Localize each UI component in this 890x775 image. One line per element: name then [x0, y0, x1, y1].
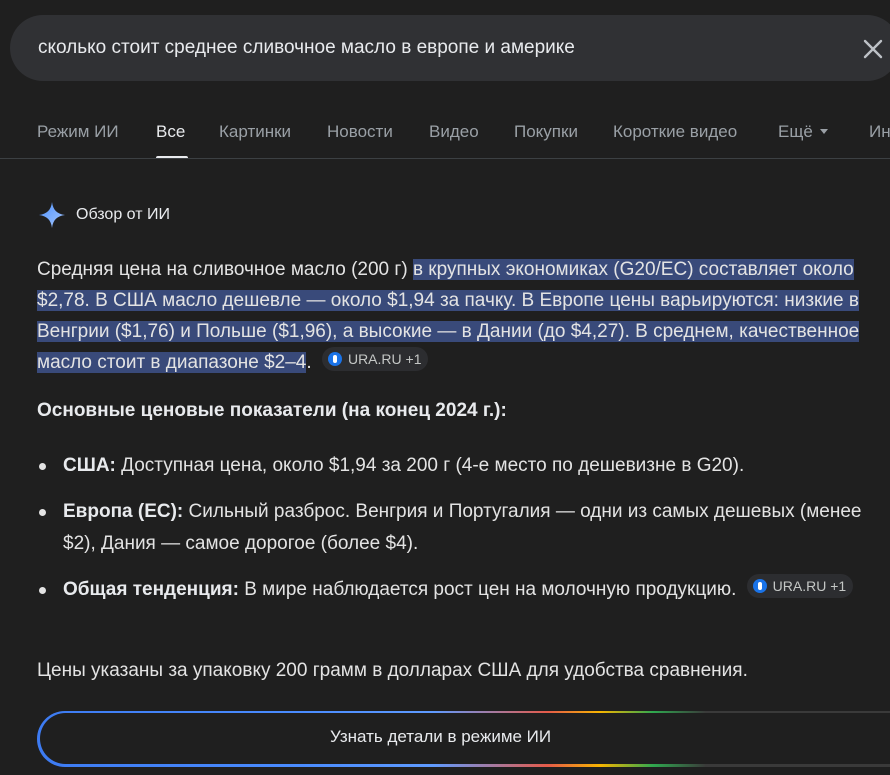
ai-overview-intro: Средняя цена на сливочное масло (200 г) … [37, 254, 867, 378]
ai-mode-button-body: Узнать детали в режиме ИИ [40, 713, 890, 764]
source-chip-label: URA.RU +1 [347, 351, 422, 367]
source-chip-label: URA.RU +1 [772, 578, 847, 594]
chevron-down-icon [819, 129, 828, 134]
divider [0, 158, 890, 159]
source-chip[interactable]: URA.RU +1 [746, 574, 854, 598]
intro-text: Средняя цена на сливочное масло (200 г) [37, 259, 413, 280]
tab-tools[interactable]: Ин [869, 122, 890, 142]
ai-mode-button-label: Узнать детали в режиме ИИ [330, 727, 552, 746]
tab-more-label: Ещё [778, 122, 813, 141]
tab-ai-mode[interactable]: Режим ИИ [37, 122, 119, 142]
intro-end: . [306, 352, 312, 373]
bullet-term: Европа (ЕС): [63, 501, 184, 522]
list-item: Европа (ЕС): Сильный разброс. Венгрия и … [37, 496, 867, 560]
sparkle-icon [39, 202, 65, 228]
bullet-list: США: Доступная цена, около $1,94 за 200 … [37, 450, 867, 620]
list-item: США: Доступная цена, около $1,94 за 200 … [37, 450, 867, 482]
ai-mode-button[interactable]: Узнать детали в режиме ИИ [37, 711, 890, 767]
tab-more[interactable]: Ещё [778, 122, 828, 142]
bullet-icon [39, 463, 46, 470]
bullet-text: Сильный разброс. Венгрия и Португалия — … [63, 501, 862, 554]
source-chip[interactable]: URA.RU +1 [321, 347, 429, 371]
bullet-icon [39, 587, 46, 594]
bullet-text: В мире наблюдается рост цен на молочную … [238, 579, 737, 600]
tab-shopping[interactable]: Покупки [514, 122, 578, 142]
search-box[interactable]: сколько стоит среднее сливочное масло в … [10, 15, 890, 81]
tab-short-videos[interactable]: Короткие видео [613, 122, 737, 142]
bullet-text: Доступная цена, около $1,94 за 200 г (4-… [115, 455, 745, 476]
tab-news[interactable]: Новости [327, 122, 393, 142]
close-icon[interactable] [860, 36, 886, 62]
tab-videos[interactable]: Видео [429, 122, 479, 142]
footer-note: Цены указаны за упаковку 200 грамм в дол… [37, 660, 748, 681]
source-icon [327, 352, 342, 366]
ai-overview-title: Обзор от ИИ [76, 206, 170, 223]
bullet-term: США: [63, 455, 116, 476]
list-item: Общая тенденция: В мире наблюдается рост… [37, 574, 867, 606]
source-icon [752, 579, 767, 593]
bullet-term: Общая тенденция: [63, 579, 239, 600]
tab-all[interactable]: Все [156, 122, 185, 142]
search-tabs: Режим ИИ Все Картинки Новости Видео Поку… [0, 118, 890, 159]
bullet-icon [39, 509, 46, 516]
section-heading: Основные ценовые показатели (на конец 20… [37, 400, 507, 421]
tab-images[interactable]: Картинки [219, 122, 291, 142]
search-input[interactable]: сколько стоит среднее сливочное масло в … [38, 37, 575, 59]
